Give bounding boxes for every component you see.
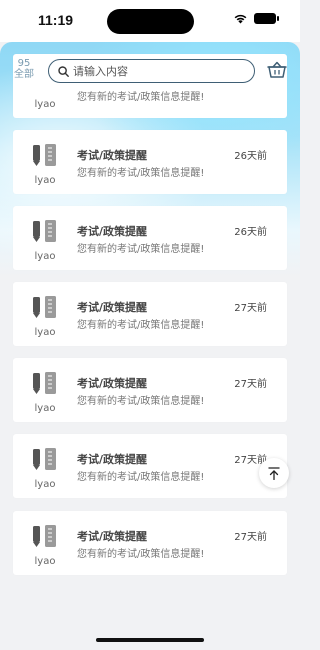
arrow-up-to-top-icon	[268, 466, 280, 480]
basket-icon[interactable]	[267, 61, 287, 79]
message-count: 95	[17, 58, 31, 69]
message-user: lyao	[34, 175, 56, 186]
message-card[interactable]: lyao 考试/政策提醒 27天前 您有新的考试/政策信息提醒!	[13, 511, 287, 575]
message-card[interactable]: lyao 考试/政策提醒 27天前 您有新的考试/政策信息提醒!	[13, 434, 287, 498]
message-title: 考试/政策提醒	[77, 225, 148, 238]
message-text: 您有新的考试/政策信息提醒!	[77, 168, 205, 179]
filter-all-label: 全部	[14, 69, 34, 80]
message-text: 您有新的考试/政策信息提醒!	[77, 396, 205, 407]
message-text: 您有新的考试/政策信息提醒!	[77, 549, 205, 560]
message-title: 考试/政策提醒	[77, 530, 148, 543]
message-time: 27天前	[234, 532, 267, 543]
home-indicator[interactable]	[96, 638, 204, 642]
message-text: 您有新的考试/政策信息提醒!	[77, 320, 205, 331]
status-bar: 11:19	[0, 0, 300, 42]
message-time: 26天前	[234, 151, 267, 162]
message-user: lyao	[34, 99, 56, 110]
message-user: lyao	[34, 327, 56, 338]
message-title: 考试/政策提醒	[77, 301, 148, 314]
pencil-ruler-icon	[33, 220, 56, 242]
header-bar: 95 全部	[0, 56, 300, 86]
message-user: lyao	[34, 251, 56, 262]
message-text: 您有新的考试/政策信息提醒!	[77, 244, 205, 255]
pencil-ruler-icon	[33, 144, 56, 166]
filter-all-button[interactable]: 95 全部	[10, 58, 38, 80]
message-time: 27天前	[234, 303, 267, 314]
pencil-ruler-icon	[33, 296, 56, 318]
pencil-ruler-icon	[33, 372, 56, 394]
message-card[interactable]: lyao 考试/政策提醒 27天前 您有新的考试/政策信息提醒!	[13, 358, 287, 422]
message-text: 您有新的考试/政策信息提醒!	[77, 472, 205, 483]
battery-icon	[254, 13, 279, 24]
message-user: lyao	[34, 403, 56, 414]
message-time: 27天前	[234, 379, 267, 390]
message-user: lyao	[34, 479, 56, 490]
message-title: 考试/政策提醒	[77, 453, 148, 466]
message-card[interactable]: lyao 考试/政策提醒 26天前 您有新的考试/政策信息提醒!	[13, 206, 287, 270]
message-title: 考试/政策提醒	[77, 377, 148, 390]
message-time: 26天前	[234, 227, 267, 238]
pencil-ruler-icon	[33, 448, 56, 470]
scroll-to-top-button[interactable]	[259, 458, 289, 488]
message-card[interactable]: lyao 考试/政策提醒 26天前 您有新的考试/政策信息提醒!	[13, 130, 287, 194]
search-input[interactable]	[73, 64, 243, 78]
status-icons	[233, 13, 279, 24]
message-text: 您有新的考试/政策信息提醒!	[77, 92, 205, 103]
message-card[interactable]: lyao 考试/政策提醒 27天前 您有新的考试/政策信息提醒!	[13, 282, 287, 346]
message-title: 考试/政策提醒	[77, 149, 148, 162]
search-box[interactable]	[48, 59, 255, 83]
pencil-ruler-icon	[33, 525, 56, 547]
status-time: 11:19	[38, 12, 74, 28]
wifi-icon	[234, 14, 247, 24]
search-icon	[58, 65, 69, 77]
message-user: lyao	[34, 556, 56, 567]
dynamic-island	[107, 9, 194, 34]
